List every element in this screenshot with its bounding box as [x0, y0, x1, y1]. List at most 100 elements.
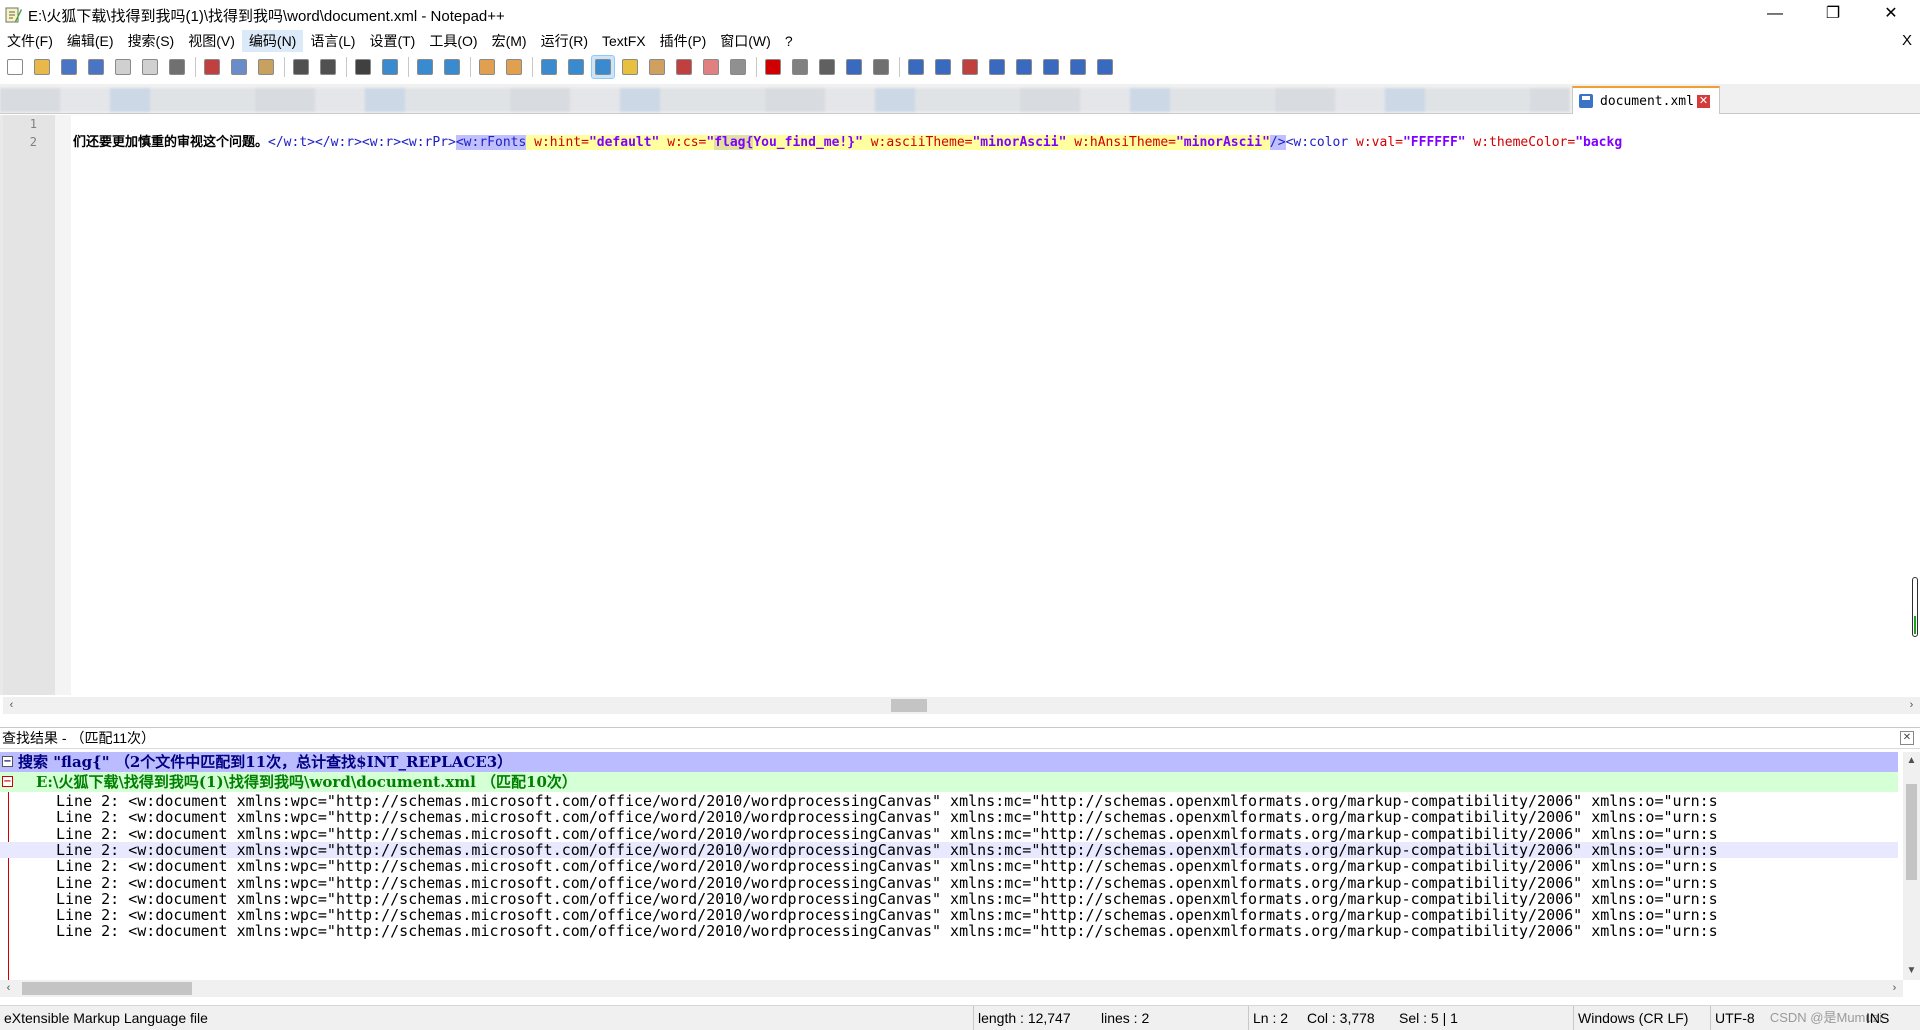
vertical-scroll-marker[interactable] — [1912, 577, 1918, 637]
function-list-icon[interactable] — [673, 56, 695, 78]
find-results-panel[interactable]: − 搜索 "flag{" （2个文件中匹配到11次，总计查找$INT_REPLA… — [0, 752, 1920, 980]
cut-icon[interactable] — [201, 56, 223, 78]
results-horizontal-scrollbar[interactable]: ‹ › — [0, 980, 1903, 997]
window-controls: — ❐ ✕ — [1746, 0, 1920, 30]
menu-item[interactable]: ? — [778, 30, 800, 52]
textfx-collapse-icon[interactable] — [986, 56, 1008, 78]
menu-item[interactable]: 插件(P) — [653, 30, 714, 52]
word-wrap-icon[interactable] — [538, 56, 560, 78]
stop-macro-icon[interactable] — [789, 56, 811, 78]
run-macro-multiple-icon[interactable] — [843, 56, 865, 78]
find-icon[interactable] — [352, 56, 374, 78]
copy-icon[interactable] — [228, 56, 250, 78]
find-results-title: 查找结果 - （匹配11次） — [2, 730, 155, 746]
textfx-grid-icon[interactable] — [1094, 56, 1116, 78]
status-sel: Sel : 5 | 1 — [1399, 1010, 1458, 1026]
user-language-icon[interactable] — [619, 56, 641, 78]
record-macro-icon[interactable] — [762, 56, 784, 78]
code-line-2[interactable]: 们还要更加慎重的审视这个问题。</w:t></w:r><w:r><w:rPr><… — [73, 134, 1918, 151]
save-macro-icon[interactable] — [870, 56, 892, 78]
close-document-button[interactable]: X — [1902, 30, 1912, 52]
scroll-thumb[interactable] — [1906, 784, 1917, 880]
result-hit-line[interactable]: Line 2: <w:document xmlns:wpc="http://sc… — [0, 891, 1898, 907]
menu-item[interactable]: 设置(T) — [362, 30, 422, 52]
editor-horizontal-scrollbar[interactable]: ‹ › — [3, 697, 1920, 714]
new-file-icon[interactable] — [4, 56, 26, 78]
scroll-right-icon[interactable]: › — [1886, 980, 1903, 997]
result-hit-line[interactable]: Line 2: <w:document xmlns:wpc="http://sc… — [0, 858, 1898, 874]
minimize-button[interactable]: — — [1746, 0, 1804, 30]
zoom-in-icon[interactable] — [414, 56, 436, 78]
undo-icon[interactable] — [290, 56, 312, 78]
textfx-table-icon[interactable] — [959, 56, 981, 78]
replace-icon[interactable] — [379, 56, 401, 78]
scroll-thumb[interactable] — [891, 699, 927, 712]
menu-item[interactable]: 工具(O) — [422, 30, 484, 52]
scroll-left-icon[interactable]: ‹ — [0, 980, 17, 997]
show-all-chars-icon[interactable] — [565, 56, 587, 78]
status-lines: lines : 2 — [1101, 1010, 1150, 1026]
xml-attribute: w:val= — [1348, 135, 1403, 150]
tab-document-xml[interactable]: document.xml ✕ — [1572, 86, 1720, 114]
maximize-button[interactable]: ❐ — [1804, 0, 1862, 30]
find-results-close-icon[interactable]: ✕ — [1900, 731, 1914, 745]
blurred-tabs — [0, 88, 1570, 112]
result-hit-line[interactable]: Line 2: <w:document xmlns:wpc="http://sc… — [0, 793, 1898, 809]
monitoring-icon[interactable] — [727, 56, 749, 78]
scroll-thumb[interactable] — [22, 982, 192, 995]
result-hit-line[interactable]: Line 2: <w:document xmlns:wpc="http://sc… — [0, 826, 1898, 842]
menu-item[interactable]: 宏(M) — [485, 30, 534, 52]
indent-guide-icon[interactable] — [591, 55, 615, 79]
close-all-icon[interactable] — [139, 56, 161, 78]
close-icon[interactable] — [112, 56, 134, 78]
menu-item[interactable]: 编码(N) — [241, 30, 304, 52]
selected-xml-tag: <w:rFonts — [455, 135, 527, 150]
save-icon[interactable] — [58, 56, 80, 78]
editor-pane[interactable]: 1 2 们还要更加慎重的审视这个问题。</w:t></w:r><w:r><w:r… — [0, 115, 1920, 714]
scroll-right-icon[interactable]: › — [1903, 697, 1920, 714]
tab-label: document.xml — [1600, 93, 1694, 109]
scroll-left-icon[interactable]: ‹ — [3, 697, 20, 714]
arrow-up-icon[interactable] — [1013, 56, 1035, 78]
collapse-icon[interactable]: − — [2, 756, 13, 767]
menu-item[interactable]: 搜索(S) — [121, 30, 182, 52]
search-summary-line[interactable]: − 搜索 "flag{" （2个文件中匹配到11次，总计查找$INT_REPLA… — [0, 752, 1898, 772]
textfx-insert-icon[interactable] — [905, 56, 927, 78]
result-hit-line[interactable]: Line 2: <w:document xmlns:wpc="http://sc… — [0, 809, 1898, 825]
redo-icon[interactable] — [317, 56, 339, 78]
print-icon[interactable] — [166, 56, 188, 78]
menu-item[interactable]: 编辑(E) — [60, 30, 121, 52]
menu-item[interactable]: 运行(R) — [534, 30, 595, 52]
result-hit-line[interactable]: Line 2: <w:document xmlns:wpc="http://sc… — [0, 875, 1898, 891]
play-macro-icon[interactable] — [816, 56, 838, 78]
scroll-down-icon[interactable]: ▼ — [1903, 962, 1920, 979]
result-hit-line[interactable]: Line 2: <w:document xmlns:wpc="http://sc… — [0, 923, 1898, 939]
paste-icon[interactable] — [255, 56, 277, 78]
sync-horizontal-icon[interactable] — [503, 56, 525, 78]
document-map-icon[interactable] — [646, 56, 668, 78]
menu-item[interactable]: 文件(F) — [0, 30, 60, 52]
folder-workspace-icon[interactable] — [700, 56, 722, 78]
textfx-list-icon[interactable] — [932, 56, 954, 78]
tab-close-icon[interactable]: ✕ — [1696, 94, 1710, 108]
search-summary-text: 搜索 "flag{" （2个文件中匹配到11次，总计查找$INT_REPLACE… — [18, 753, 513, 771]
window-title: E:\火狐下载\找得到我吗(1)\找得到我吗\word\document.xml… — [28, 7, 505, 25]
menu-bar: 文件(F) 编辑(E) 搜索(S) 视图(V) 编码(N) 语言(L) 设置(T) 工具(O)… — [0, 30, 1920, 52]
open-file-icon[interactable] — [31, 56, 53, 78]
menu-item[interactable]: TextFX — [595, 30, 653, 52]
result-hit-line[interactable]: Line 2: <w:document xmlns:wpc="http://sc… — [0, 907, 1898, 923]
arrow-down-icon[interactable] — [1040, 56, 1062, 78]
close-window-button[interactable]: ✕ — [1862, 0, 1920, 30]
save-all-icon[interactable] — [85, 56, 107, 78]
textfx-sort-icon[interactable] — [1067, 56, 1089, 78]
file-result-line[interactable]: − E:\火狐下载\找得到我吗(1)\找得到我吗\word\document.x… — [0, 772, 1898, 792]
menu-item[interactable]: 视图(V) — [181, 30, 242, 52]
zoom-out-icon[interactable] — [441, 56, 463, 78]
results-vertical-scrollbar[interactable]: ▲ ▼ — [1903, 752, 1920, 980]
sync-vertical-icon[interactable] — [476, 56, 498, 78]
scroll-up-icon[interactable]: ▲ — [1903, 752, 1920, 769]
collapse-icon[interactable]: − — [2, 776, 13, 787]
menu-item[interactable]: 窗口(W) — [713, 30, 778, 52]
menu-item[interactable]: 语言(L) — [303, 30, 362, 52]
result-hit-line[interactable]: Line 2: <w:document xmlns:wpc="http://sc… — [0, 841, 1898, 858]
